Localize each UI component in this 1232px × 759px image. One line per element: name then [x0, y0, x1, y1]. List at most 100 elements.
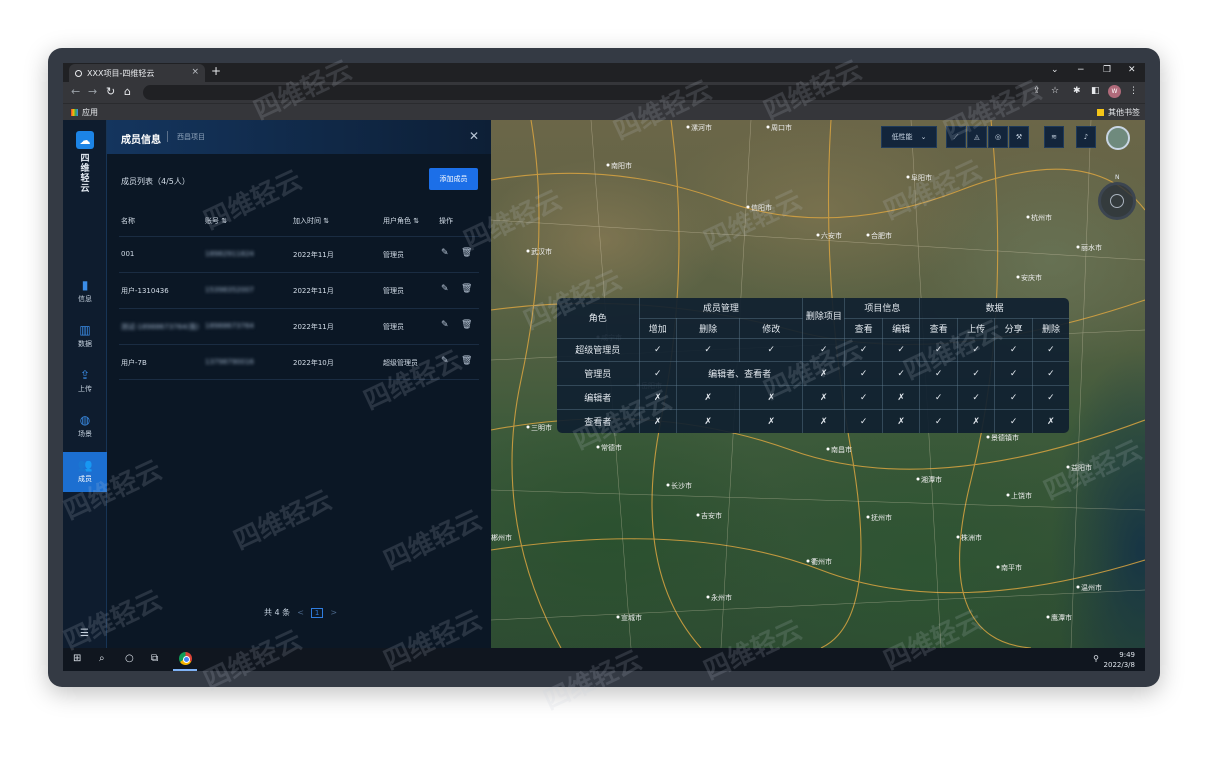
home-icon[interactable]: ⌂: [124, 85, 131, 98]
extensions-icon[interactable]: ✱: [1073, 86, 1081, 96]
permission-table: 角色 成员管理 删除项目 项目信息 数据 增加 删除 修改 查看 编辑 查看 上…: [557, 298, 1069, 433]
perm-cell: ✗: [739, 385, 804, 411]
back-icon[interactable]: ←: [71, 85, 80, 98]
perm-col: 删除: [1031, 317, 1069, 339]
tab-search-icon[interactable]: ⌄: [1051, 65, 1059, 75]
sidebar: ☁ 四维轻云 ▮ 信息 ▥ 数据 ⇪ 上传 ◍ 场景 👥 成员 ☰: [63, 120, 107, 648]
panel-title: 成员信息: [121, 135, 161, 146]
sidepanel-icon[interactable]: ◧: [1091, 86, 1100, 96]
delete-icon[interactable]: 🗑: [461, 284, 472, 294]
table-row: 001 18982911824 2022年11月 管理员 ✎ 🗑: [119, 236, 479, 272]
forward-icon[interactable]: →: [88, 85, 97, 98]
perm-cell: ✗: [956, 409, 996, 433]
restore-icon[interactable]: ❐: [1103, 65, 1111, 75]
brand-name: 四维轻云: [80, 154, 90, 194]
sidebar-item-scene[interactable]: ◍ 场景: [63, 407, 107, 447]
address-bar[interactable]: [143, 85, 1023, 100]
perm-col: 编辑: [881, 317, 921, 339]
perm-role: 编辑者: [557, 385, 640, 411]
profile-avatar[interactable]: W: [1108, 85, 1121, 98]
star-icon[interactable]: ☆: [1051, 86, 1059, 96]
city-dot: [1076, 585, 1080, 589]
city-label: 南平市: [1001, 563, 1022, 572]
windows-start-icon[interactable]: ⊞: [73, 653, 81, 664]
members-panel: 成员信息 西昌项目 ✕ 成员列表（4/5人） 添加成员 名称 账号 ⇅ 加入时间…: [107, 120, 491, 648]
chrome-icon[interactable]: [179, 652, 192, 665]
members-icon: 👥: [77, 458, 93, 472]
col-header-joined[interactable]: 加入时间 ⇅: [293, 216, 329, 226]
city-label: 景德镇市: [991, 433, 1019, 442]
browser-tab[interactable]: XXX项目-四维轻云 ×: [69, 64, 205, 82]
delete-icon[interactable]: 🗑: [461, 356, 472, 366]
bookmark-other[interactable]: 其他书签: [1097, 107, 1140, 118]
map-view[interactable]: 低性能 ⌄ ⟋ ◬ ◎ ⚒ ≋ ♪ N 漯河市 周口市 南阳市 信阳市 阜阳市 六安市 合肥…: [491, 120, 1145, 648]
city-dot: [596, 445, 600, 449]
add-member-button[interactable]: 添加成员: [429, 168, 478, 190]
bookmarks-bar: 应用 其他书签: [63, 103, 1145, 120]
search-icon[interactable]: ⌕: [99, 653, 105, 664]
perm-cell: ✗: [881, 385, 921, 411]
sidebar-item-data[interactable]: ▥ 数据: [63, 317, 107, 357]
delete-icon[interactable]: 🗑: [461, 320, 472, 330]
perm-cell: ✓: [844, 361, 883, 387]
city-dot: [766, 125, 770, 129]
new-tab-button[interactable]: +: [211, 64, 221, 78]
sidebar-item-label: 信息: [78, 295, 92, 303]
tab-close-icon[interactable]: ×: [191, 67, 199, 77]
perm-cell: ✓: [844, 409, 883, 433]
city-dot: [526, 249, 530, 253]
sidebar-item-label: 成员: [78, 475, 92, 483]
city-dot: [866, 233, 870, 237]
perm-cell: ✓: [919, 385, 958, 411]
col-header-actions: 操作: [439, 217, 453, 225]
edit-icon[interactable]: ✎: [441, 248, 449, 258]
more-icon[interactable]: ⋮: [1129, 86, 1138, 96]
menu-collapse-icon[interactable]: ☰: [80, 628, 89, 639]
city-label: 南昌市: [831, 445, 852, 454]
minimize-icon[interactable]: −: [1077, 65, 1085, 75]
tab-favicon-icon: [75, 69, 82, 77]
share-icon[interactable]: ⇪: [1033, 86, 1041, 96]
col-header-role[interactable]: 用户角色 ⇅: [383, 216, 419, 226]
perm-cell: ✗: [1031, 409, 1069, 433]
edit-icon[interactable]: ✎: [441, 320, 449, 330]
edit-icon[interactable]: ✎: [441, 356, 449, 366]
bookmark-apps[interactable]: 应用: [71, 107, 98, 118]
close-icon[interactable]: ✕: [469, 129, 479, 143]
perm-cell: ✓: [956, 337, 996, 363]
sidebar-item-upload[interactable]: ⇪ 上传: [63, 362, 107, 402]
perm-header-role: 角色: [557, 298, 640, 339]
sidebar-item-members[interactable]: 👥 成员: [63, 452, 107, 492]
city-label: 阜阳市: [911, 173, 932, 182]
edit-icon[interactable]: ✎: [441, 284, 449, 294]
prev-page-button[interactable]: <: [297, 608, 304, 617]
clock[interactable]: 9:49 2022/3/8: [1104, 650, 1135, 670]
next-page-button[interactable]: >: [330, 608, 337, 617]
reload-icon[interactable]: ↻: [106, 85, 115, 98]
close-window-icon[interactable]: ✕: [1128, 65, 1136, 75]
perm-cell: ✓: [919, 337, 958, 363]
screen: XXX项目-四维轻云 × + ⌄ − ❐ ✕ ← → ↻ ⌂ ⇪ ☆ ✱ ◧ W…: [63, 63, 1145, 671]
perm-cell: ✓: [956, 385, 996, 411]
task-view-icon[interactable]: ⧉: [151, 653, 158, 664]
perm-cell: ✗: [638, 385, 678, 411]
member-role: 超级管理员: [383, 359, 418, 367]
col-header-account[interactable]: 账号 ⇅: [205, 216, 227, 226]
perm-cell: ✓: [638, 361, 678, 387]
cortana-icon[interactable]: ○: [125, 653, 134, 664]
sidebar-item-info[interactable]: ▮ 信息: [63, 272, 107, 312]
city-label: 南阳市: [611, 161, 632, 170]
perm-cell: ✗: [676, 385, 741, 411]
perm-cell: ✓: [994, 409, 1033, 433]
page-number-button[interactable]: 1: [310, 607, 324, 618]
member-list-title: 成员列表（4/5人）: [121, 177, 190, 186]
perm-role: 管理员: [557, 361, 640, 387]
active-app-indicator: [173, 669, 197, 671]
bookmark-other-label: 其他书签: [1108, 108, 1140, 117]
perm-cell: ✗: [802, 385, 846, 411]
city-dot: [806, 559, 810, 563]
network-icon[interactable]: ⚲: [1093, 654, 1099, 663]
delete-icon[interactable]: 🗑: [461, 248, 472, 258]
city-label: 衢州市: [811, 557, 832, 566]
perm-cell: ✓: [956, 361, 996, 387]
